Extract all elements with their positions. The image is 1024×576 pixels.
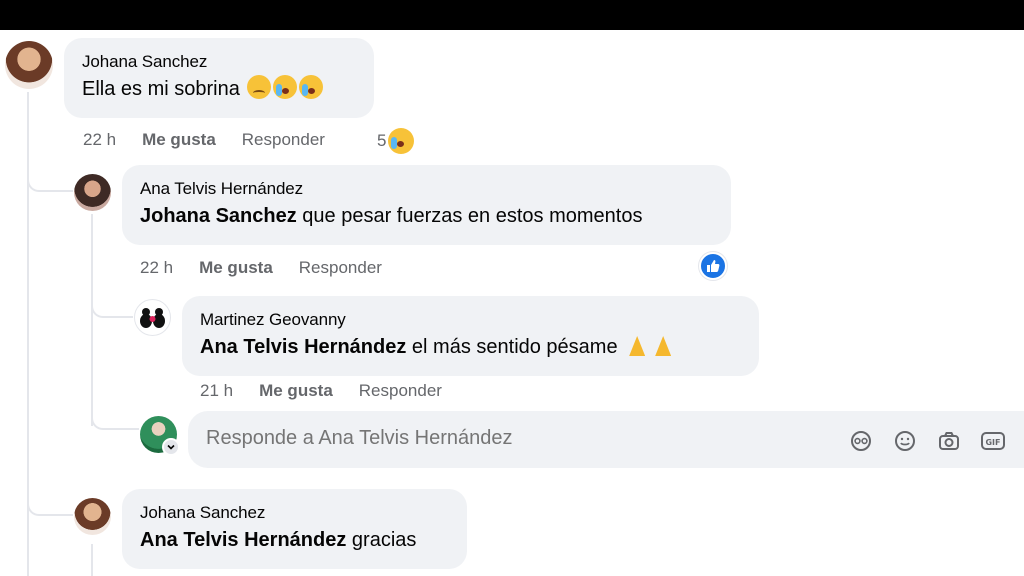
chevron-down-icon[interactable] <box>162 438 180 456</box>
comment-bubble: Johana Sanchez Ana Telvis Hernández grac… <box>122 489 467 569</box>
avatar-sticker-glyph <box>851 431 871 451</box>
thread-line-nested <box>91 544 93 576</box>
thumbs-up-icon <box>707 260 720 272</box>
comment-bubble: Ana Telvis Hernández Johana Sanchez que … <box>122 165 731 245</box>
comment-text: Ana Telvis Hernández el más sentido pésa… <box>200 333 741 361</box>
reply-button[interactable]: Responder <box>299 258 382 278</box>
like-icon[interactable] <box>699 252 727 280</box>
comment-actions: 22 h Me gusta Responder <box>83 130 325 150</box>
smiley-glyph <box>895 431 915 451</box>
comment-time[interactable]: 21 h <box>200 381 233 401</box>
reaction-count-value: 5 <box>377 131 387 150</box>
avatar[interactable] <box>134 299 171 336</box>
comment-author[interactable]: Johana Sanchez <box>82 51 356 73</box>
avatar-image <box>140 308 165 328</box>
comment-author[interactable]: Ana Telvis Hernández <box>140 178 713 200</box>
thread-connector <box>27 160 73 192</box>
crying-face-icon <box>299 75 324 99</box>
top-bar <box>0 0 1024 30</box>
folded-hands-icon <box>625 334 649 356</box>
avatar[interactable] <box>74 498 111 535</box>
reply-button[interactable]: Responder <box>242 130 325 150</box>
comment-text: Ana Telvis Hernández gracias <box>140 526 449 554</box>
mention-link[interactable]: Ana Telvis Hernández <box>200 336 406 358</box>
reply-composer[interactable]: GIF <box>188 411 1024 468</box>
reply-button[interactable]: Responder <box>359 381 442 401</box>
like-button[interactable]: Me gusta <box>142 130 216 150</box>
comment-time[interactable]: 22 h <box>140 258 173 278</box>
svg-text:GIF: GIF <box>985 438 1000 447</box>
folded-hands-icon <box>651 334 675 356</box>
thread-connector <box>91 286 133 318</box>
like-button[interactable]: Me gusta <box>199 258 273 278</box>
like-button[interactable]: Me gusta <box>259 381 333 401</box>
comment-actions: 22 h Me gusta Responder <box>140 258 382 278</box>
gif-glyph: GIF <box>981 432 1005 450</box>
avatar[interactable] <box>74 174 111 211</box>
reply-input[interactable] <box>206 427 806 450</box>
comment-bubble: Johana Sanchez Ella es mi sobrina <box>64 38 374 118</box>
thread-line-nested <box>91 214 93 426</box>
comment-author[interactable]: Martinez Geovanny <box>200 309 741 331</box>
comment-author[interactable]: Johana Sanchez <box>140 502 449 524</box>
comment-text-body: Ella es mi sobrina <box>82 78 240 100</box>
smiley-icon[interactable] <box>892 428 918 454</box>
thread-connector <box>27 484 73 516</box>
crying-face-icon <box>388 128 415 154</box>
comment-bubble: Martinez Geovanny Ana Telvis Hernández e… <box>182 296 759 376</box>
camera-icon[interactable] <box>936 428 962 454</box>
disappointed-face-icon <box>247 75 272 99</box>
camera-glyph <box>939 432 959 450</box>
chevron-glyph <box>167 444 175 450</box>
reaction-count[interactable]: 5 <box>377 128 415 154</box>
mention-link[interactable]: Ana Telvis Hernández <box>140 529 346 551</box>
comment-text-body: el más sentido pésame <box>411 336 618 358</box>
thread-connector <box>91 396 139 430</box>
crying-face-icon <box>273 75 298 99</box>
comment-actions: 21 h Me gusta Responder <box>200 381 442 401</box>
comment-text: Ella es mi sobrina <box>82 75 356 103</box>
comment-text-body: gracias <box>351 529 417 551</box>
mention-link[interactable]: Johana Sanchez <box>140 205 297 227</box>
comment-text-body: que pesar fuerzas en estos momentos <box>302 205 643 227</box>
comment-time[interactable]: 22 h <box>83 130 116 150</box>
comment-text: Johana Sanchez que pesar fuerzas en esto… <box>140 202 713 230</box>
avatar[interactable] <box>5 41 53 89</box>
gif-icon[interactable]: GIF <box>980 428 1006 454</box>
avatar-sticker-icon[interactable] <box>848 428 874 454</box>
